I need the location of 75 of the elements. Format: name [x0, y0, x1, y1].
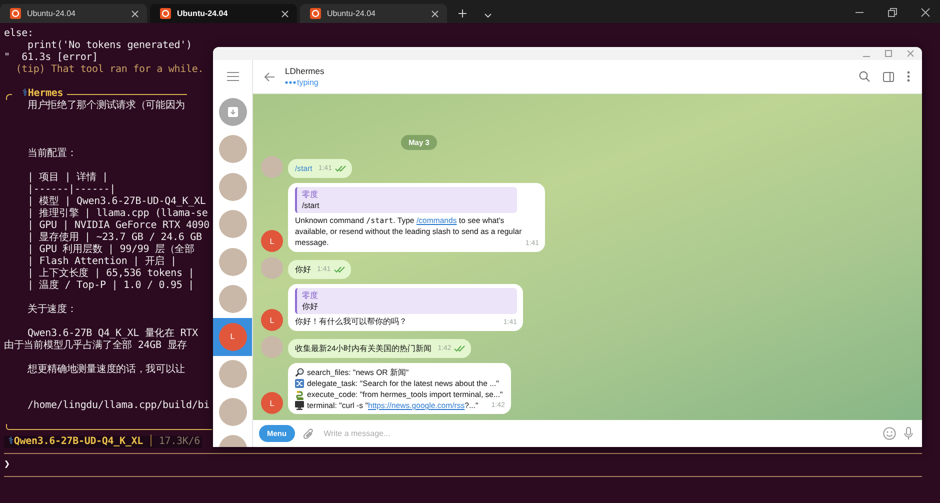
tab[interactable]: Ubuntu-24.04: [150, 4, 297, 23]
avatar: [218, 285, 246, 314]
search-icon[interactable]: [859, 71, 870, 82]
snake-icon: [295, 390, 304, 400]
avatar: [261, 156, 283, 178]
terminal-line: | 显存使用 | ~23.7 GB / 24.6 GB: [26, 232, 202, 244]
smiley-icon[interactable]: [883, 427, 896, 440]
avatar: L: [261, 392, 283, 414]
monitor-icon: [295, 401, 304, 410]
staff-icon: ⚕: [22, 88, 28, 100]
terminal-line: /home/lingdu/llama.cpp/build/bi: [26, 400, 210, 412]
avatar: L: [261, 309, 283, 331]
prompt-symbol: ❯: [4, 459, 10, 470]
terminal-line: 由于当前模型几乎占满了全部 24GB 显存: [4, 340, 187, 352]
separator: │: [148, 436, 154, 448]
terminal-line: (tip) That tool ran for a while.: [14, 64, 204, 76]
typing-dots-icon: [285, 81, 296, 84]
avatar: [218, 135, 246, 164]
model-name: Qwen3.6-27B-UD-Q4_K_XL: [14, 436, 144, 448]
terminal-line: | Flash Attention | 开启 |: [26, 256, 176, 268]
close-icon[interactable]: [431, 10, 439, 18]
avatar: [218, 248, 246, 276]
avatar: L: [261, 230, 283, 252]
restore-icon[interactable]: [888, 8, 897, 17]
back-arrow-icon[interactable]: [264, 72, 275, 82]
terminal-line: | 模型 | Qwen3.6-27B-UD-Q4_K_XL: [26, 196, 206, 208]
tab-logo-icon: [10, 8, 21, 19]
panel-border: [6, 94, 12, 100]
terminal-line: | GPU | NVIDIA GeForce RTX 4090: [26, 220, 210, 232]
paperclip-icon[interactable]: [302, 428, 314, 440]
message-input[interactable]: Write a message...: [322, 427, 875, 440]
terminal-line: " 61.3s [error]: [4, 52, 98, 64]
tab[interactable]: Ubuntu-24.04: [300, 4, 447, 23]
avatar: [218, 360, 246, 388]
terminal-line: else:: [4, 28, 34, 40]
close-icon[interactable]: [131, 10, 139, 18]
avatar: [261, 257, 283, 279]
shuffle-icon: [295, 379, 304, 388]
terminal-line: 当前配置：: [26, 148, 77, 160]
chat-status: typing: [297, 78, 318, 87]
staff-icon: ⚕: [8, 436, 14, 448]
terminal-line: | GPU 利用层数 | 99/99 层（全部: [26, 244, 194, 256]
avatar: L: [218, 322, 246, 351]
terminal-line: 关于速度：: [26, 304, 77, 316]
tab-logo-icon: [160, 8, 171, 19]
avatar: [218, 172, 246, 201]
token-usage: 17.3K/6: [158, 436, 200, 448]
terminal-line: | 温度 / Top-P | 1.0 / 0.95 |: [26, 280, 194, 292]
plus-icon[interactable]: [458, 9, 467, 18]
avatar: [218, 210, 246, 238]
terminal-line: |------|------|: [26, 184, 116, 196]
microphone-icon[interactable]: [904, 427, 913, 440]
close-icon[interactable]: [921, 8, 930, 17]
terminal-line: | 上下文长度 | 65,536 tokens |: [26, 268, 194, 280]
terminal-line: | 推理引擎 | llama.cpp (llama-se: [26, 208, 208, 220]
maximize-icon[interactable]: [885, 50, 892, 57]
tab-logo-icon: [310, 8, 321, 19]
avatar: [218, 398, 246, 426]
more-icon[interactable]: [907, 71, 910, 82]
terminal-line: 想更精确地测量速度的话，我可以让: [26, 364, 186, 376]
close-icon[interactable]: [281, 10, 289, 18]
chat-title: LDhermes: [285, 66, 324, 76]
chat-list-item[interactable]: L: [213, 318, 252, 356]
archive-icon: [218, 98, 246, 126]
panel-title: Hermes: [28, 88, 64, 100]
magnifier-icon: [295, 368, 304, 377]
side-panel-icon[interactable]: [883, 72, 894, 82]
avatar: [261, 336, 283, 358]
terminal-line: 用户拒绝了那个测试请求（可能因为: [26, 100, 186, 112]
terminal-line: | 项目 | 详情 |: [26, 172, 108, 184]
chevron-down-icon[interactable]: [484, 13, 492, 18]
menu-icon[interactable]: [226, 72, 238, 81]
terminal-line: Qwen3.6-27B Q4_K_XL 量化在 RTX: [26, 328, 198, 340]
terminal-line: print('No tokens generated'): [26, 40, 192, 52]
tab[interactable]: Ubuntu-24.04: [0, 4, 147, 23]
